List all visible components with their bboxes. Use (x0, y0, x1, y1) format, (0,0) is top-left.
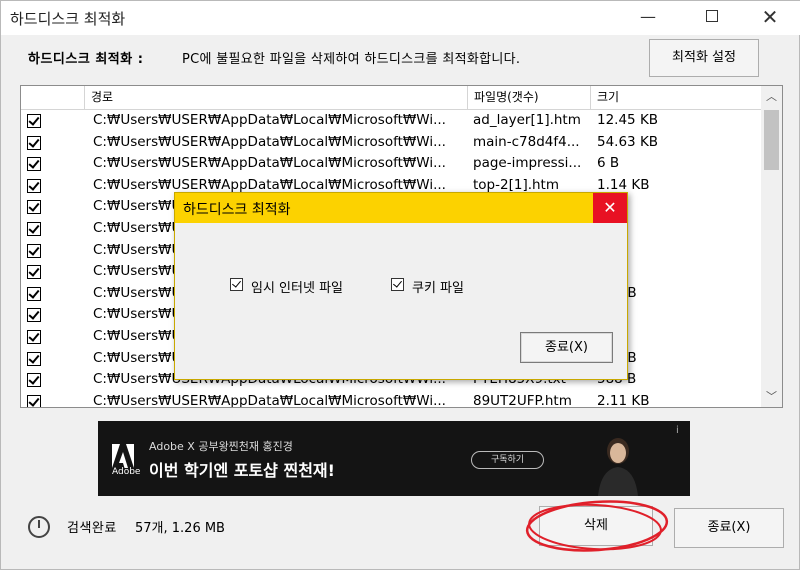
row-size: 2.11 KB (597, 392, 650, 408)
exit-button[interactable]: 종료(X) (674, 508, 784, 548)
row-file: main-c78d4f4... (473, 133, 580, 150)
row-checkbox[interactable] (27, 243, 41, 258)
status-label: 검색완료 (67, 521, 117, 536)
close-window-button[interactable]: ✕ (747, 1, 793, 33)
header-description: PC에 불필요한 파일을 삭제하여 하드디스크를 최적화합니다. (182, 52, 521, 67)
checkbox-checked-icon (230, 278, 243, 291)
row-checkbox[interactable] (27, 308, 41, 323)
window-title: 하드디스크 최적화 (10, 10, 126, 28)
row-checkbox[interactable] (27, 157, 41, 172)
optimize-settings-button[interactable]: 최적화 설정 (649, 39, 759, 77)
row-size: 54.63 KB (597, 133, 659, 150)
ad-info-icon[interactable]: i (676, 425, 679, 436)
row-checkbox[interactable] (27, 394, 41, 407)
optimize-dialog: 하드디스크 최적화 ✕ 임시 인터넷 파일 쿠키 파일 종료(X) (174, 192, 628, 380)
power-icon (28, 516, 50, 538)
row-file: page-impressi... (473, 155, 582, 172)
column-header-filename[interactable]: 파일명(갯수) (468, 86, 591, 109)
column-header-path[interactable]: 경로 (85, 86, 468, 109)
table-row[interactable]: C:₩Users₩USER₩AppData₩Local₩Microsoft₩Wi… (21, 153, 761, 175)
table-row[interactable]: C:₩Users₩USER₩AppData₩Local₩Microsoft₩Wi… (21, 110, 761, 132)
dialog-title-bar[interactable]: 하드디스크 최적화 ✕ (175, 193, 627, 223)
scroll-up-icon[interactable]: ︿ (761, 86, 782, 107)
row-file: ad_layer[1].htm (473, 112, 581, 128)
cookie-files-label: 쿠키 파일 (412, 281, 464, 296)
vertical-scrollbar[interactable]: ︿ ﹀ (761, 86, 782, 407)
column-header-check[interactable] (21, 86, 85, 109)
row-checkbox[interactable] (27, 135, 41, 150)
row-checkbox[interactable] (27, 200, 41, 215)
ad-banner[interactable]: Adobe Adobe X 공부왕찐천재 홍진경 이번 학기엔 포토샵 찐천재!… (98, 421, 690, 496)
row-checkbox[interactable] (27, 286, 41, 301)
row-checkbox[interactable] (27, 221, 41, 236)
temp-internet-files-label: 임시 인터넷 파일 (251, 281, 343, 296)
row-checkbox[interactable] (27, 329, 41, 344)
title-bar[interactable]: 하드디스크 최적화 — ✕ (1, 1, 800, 35)
status-count: 57개, 1.26 MB (135, 521, 225, 536)
row-file: 89UT2UFP.htm (473, 392, 572, 408)
ad-cta-button[interactable]: 구독하기 (471, 451, 544, 469)
row-path: C:₩Users₩USER₩AppData₩Local₩Microsoft₩Wi… (93, 155, 446, 172)
row-checkbox[interactable] (27, 265, 41, 280)
minimize-button[interactable]: — (625, 1, 671, 33)
row-path: C:₩Users₩USER₩AppData₩Local₩Microsoft₩Wi… (93, 112, 446, 128)
list-header: 경로 파일명(갯수) 크기 (21, 86, 761, 110)
row-checkbox[interactable] (27, 114, 41, 128)
checkbox-checked-icon (391, 278, 404, 291)
header-label: 하드디스크 최적화 : (28, 52, 144, 67)
ad-person-image (598, 438, 638, 496)
maximize-icon (706, 10, 718, 22)
row-size: 6 B (597, 155, 620, 172)
dialog-exit-button[interactable]: 종료(X) (520, 332, 613, 363)
dialog-close-icon[interactable]: ✕ (593, 193, 627, 223)
row-checkbox[interactable] (27, 351, 41, 366)
delete-button[interactable]: 삭제 (539, 506, 653, 546)
row-path: C:₩Users₩USER₩AppData₩Local₩Microsoft₩Wi… (93, 392, 446, 408)
row-checkbox[interactable] (27, 178, 41, 193)
scroll-thumb[interactable] (764, 110, 779, 170)
row-path: C:₩Users₩USER₩AppData₩Local₩Microsoft₩Wi… (93, 133, 446, 150)
dialog-title: 하드디스크 최적화 (183, 202, 291, 218)
row-checkbox[interactable] (27, 373, 41, 388)
ad-subtitle: Adobe X 공부왕찐천재 홍진경 (149, 440, 293, 453)
table-row[interactable]: C:₩Users₩USER₩AppData₩Local₩Microsoft₩Wi… (21, 391, 761, 408)
scroll-down-icon[interactable]: ﹀ (761, 386, 782, 407)
column-header-size[interactable]: 크기 (591, 86, 761, 109)
maximize-button[interactable] (689, 1, 735, 33)
adobe-logo-text: Adobe (112, 467, 141, 477)
table-row[interactable]: C:₩Users₩USER₩AppData₩Local₩Microsoft₩Wi… (21, 132, 761, 154)
row-size: 12.45 KB (597, 112, 659, 128)
app-window: 하드디스크 최적화 — ✕ 하드디스크 최적화 : PC에 불필요한 파일을 삭… (0, 0, 800, 570)
ad-headline: 이번 학기엔 포토샵 찐천재! (149, 461, 335, 480)
